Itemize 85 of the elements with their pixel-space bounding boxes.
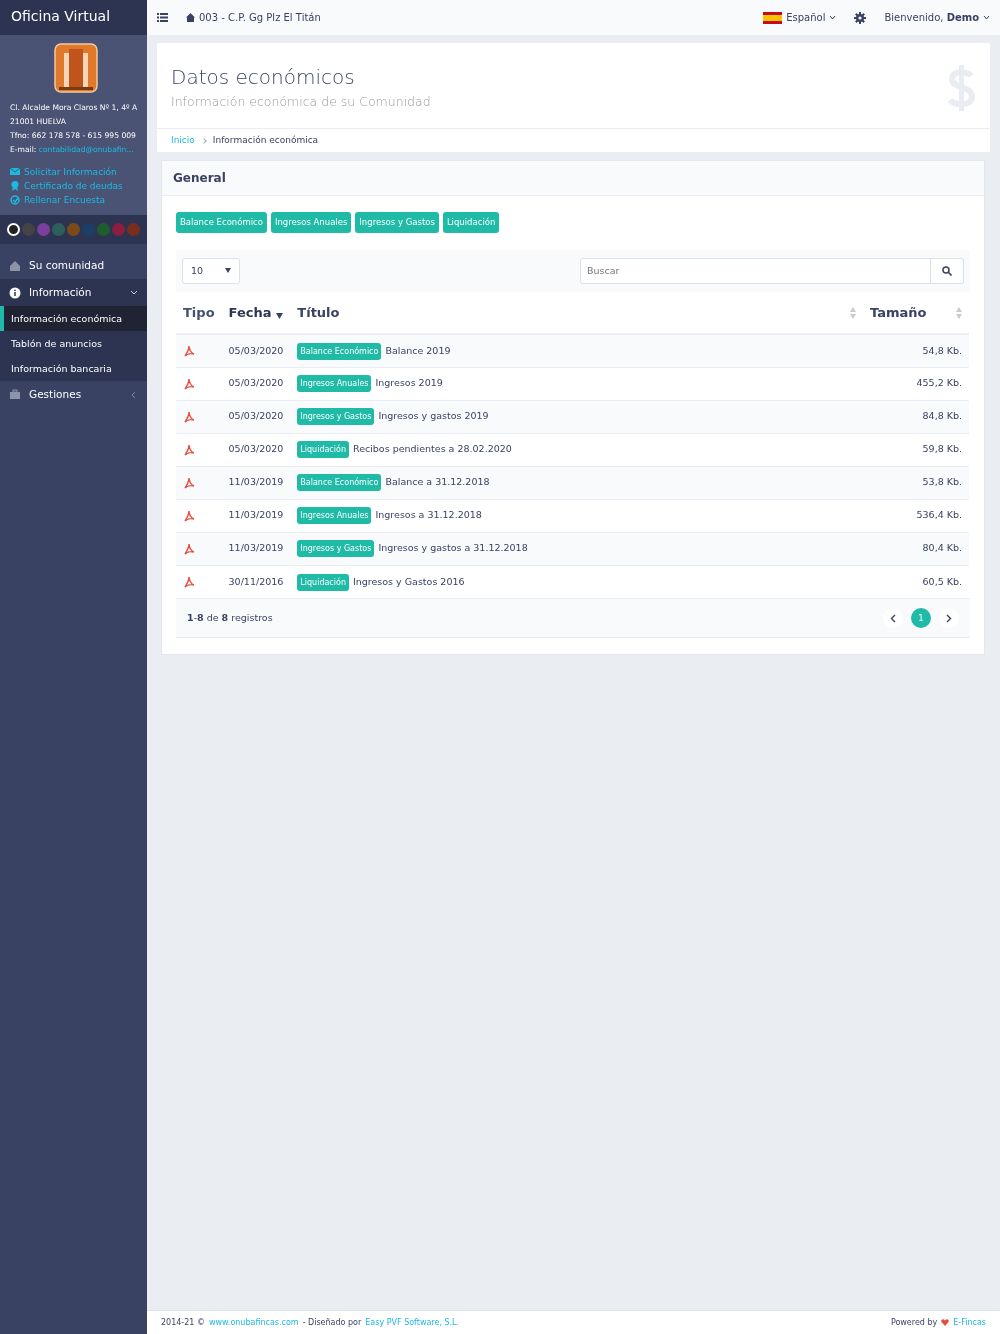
home-icon [9,259,21,272]
previous-page-button[interactable] [883,608,903,628]
theme-swatch[interactable] [97,223,110,236]
theme-swatch[interactable] [127,223,140,236]
category-tag: Liquidación [297,441,349,459]
pdf-icon[interactable] [183,443,195,456]
submenu-item[interactable]: Tablón de anuncios [0,331,147,356]
category-tag: Liquidación [297,573,349,591]
document-title[interactable]: Ingresos y gastos 2019 [378,410,489,422]
submenu-item[interactable]: Información económica [0,306,147,331]
language-selector[interactable]: Español [763,10,837,25]
document-title[interactable]: Recibos pendientes a 28.02.2020 [352,443,512,455]
award-icon [10,181,20,191]
chevron-down-icon [983,15,990,20]
menu-item[interactable]: Gestiones [0,381,147,408]
footer-text: 2014-21 © [161,1316,205,1329]
menu-item[interactable]: Su comunidad [0,252,147,279]
breadcrumb-current: Información económica [212,133,319,147]
next-page-button[interactable] [939,608,959,628]
document-title[interactable]: Ingresos 2019 [375,377,443,389]
pdf-icon[interactable] [183,576,195,589]
community-name: 003 - C.P. Gg Plz El Titán [199,11,321,25]
page-subtitle: Información económica de su Comunidad [171,93,431,111]
chevron-right-icon [946,613,952,623]
chevron-down-icon [130,288,138,297]
chevron-left-icon [130,390,138,399]
category-tag: Ingresos y Gastos [297,408,375,426]
size-cell: 84,8 Kb. [863,400,969,433]
size-cell: 53,8 Kb. [863,466,969,499]
pdf-icon[interactable] [183,476,195,489]
submenu-item[interactable]: Información bancaria [0,356,147,381]
document-title[interactable]: Balance a 31.12.2018 [385,476,490,488]
date-cell: 05/03/2020 [221,400,291,433]
category-tag: Balance Económico [297,474,382,492]
date-cell: 05/03/2020 [221,334,291,367]
caret-down-icon [225,268,231,273]
info-icon [9,286,21,299]
category-tag: Ingresos Anuales [297,507,372,525]
briefcase-icon [9,388,21,401]
footer-text: - Diseñado por [302,1316,362,1329]
pdf-icon[interactable] [183,509,195,522]
theme-swatch[interactable] [52,223,65,236]
page-length-select[interactable]: 10 [182,258,240,284]
column-header[interactable]: Fecha [228,302,272,323]
theme-swatch[interactable] [67,223,80,236]
menu-icon[interactable] [157,13,168,22]
pdf-icon[interactable] [183,542,195,555]
document-title[interactable]: Ingresos y Gastos 2016 [352,575,465,587]
user-menu[interactable]: Bienvenido, Demo [884,10,990,25]
size-cell: 80,4 Kb. [863,532,969,565]
column-header: Tipo [183,303,215,322]
pdf-icon[interactable] [183,345,195,358]
category-tag: Ingresos Anuales [297,375,372,393]
panel-title: General [162,161,984,197]
building-logo [53,43,98,93]
document-title[interactable]: Balance 2019 [385,344,451,356]
date-cell: 11/03/2019 [221,532,291,565]
theme-swatch[interactable] [37,223,50,236]
theme-swatch[interactable] [112,223,125,236]
check-circle-icon [10,195,20,205]
home-icon [186,13,195,22]
search-icon [942,266,952,276]
settings-icon[interactable] [854,11,867,24]
date-cell: 11/03/2019 [221,466,291,499]
search-field[interactable]: Buscar [580,258,931,284]
brand-title: Oficina Virtual [11,8,111,24]
category-tag: Ingresos y Gastos [297,540,375,558]
records-info: 1-8 de 8 registros [187,610,273,625]
column-header[interactable]: Tamaño [870,302,927,323]
chevron-left-icon [890,613,896,623]
menu-item[interactable]: Información [0,279,147,306]
chevron-down-icon [829,15,837,20]
document-title[interactable]: Ingresos y gastos a 31.12.2018 [378,542,528,554]
footer-text: Powered by [890,1316,938,1329]
document-title[interactable]: Ingresos a 31.12.2018 [375,509,482,521]
page-title: Datos económicos [171,65,356,89]
heart-icon [941,1319,950,1326]
pdf-icon[interactable] [183,377,195,390]
category-tag: Balance Económico [297,342,382,360]
size-cell: 54,8 Kb. [863,334,969,367]
envelope-icon [10,167,20,177]
column-header[interactable]: Título [297,302,340,323]
flag-icon [763,11,783,24]
pdf-icon[interactable] [183,410,195,423]
search-button[interactable] [931,258,964,284]
